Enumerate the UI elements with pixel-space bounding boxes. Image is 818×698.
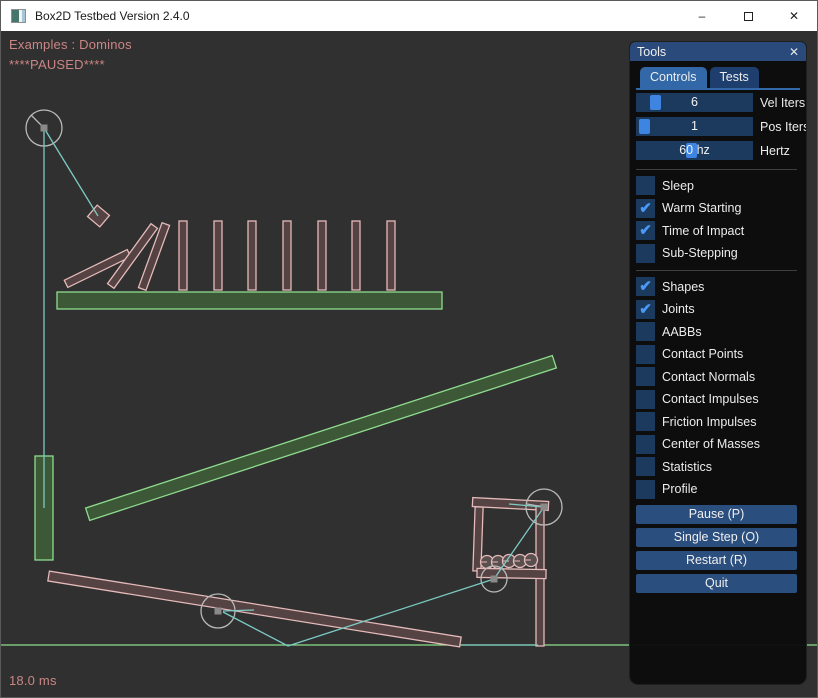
check-icon: ✔ xyxy=(639,279,652,294)
window-title: Box2D Testbed Version 2.4.0 xyxy=(35,9,190,23)
domino-standing xyxy=(318,221,326,290)
pos-iters-label: Pos Iters xyxy=(760,120,807,134)
checkbox-box[interactable]: ✔ xyxy=(636,300,655,319)
checkbox-box[interactable]: ✔ xyxy=(636,277,655,296)
pos-iters-slider[interactable]: 1 xyxy=(636,117,753,136)
vel-iters-value: 6 xyxy=(636,93,753,112)
tab-bar: Controls Tests xyxy=(636,67,800,90)
joint-anchor xyxy=(491,576,498,583)
window-titlebar: Box2D Testbed Version 2.4.0 – ✕ xyxy=(1,1,817,31)
checkbox-box[interactable]: ✔ xyxy=(636,480,655,499)
domino-standing xyxy=(352,221,360,290)
angled-platform xyxy=(86,356,557,521)
joint-anchor xyxy=(541,504,548,511)
checkbox-box[interactable]: ✔ xyxy=(636,244,655,263)
close-icon: ✕ xyxy=(789,9,799,23)
tools-panel-title: Tools xyxy=(637,45,666,59)
ball xyxy=(525,554,538,567)
checkbox-box[interactable]: ✔ xyxy=(636,199,655,218)
checkbox-sleep[interactable]: ✔ Sleep xyxy=(636,176,797,195)
separator xyxy=(636,169,797,170)
checkbox-contact-points[interactable]: ✔ Contact Points xyxy=(636,345,797,364)
domino-standing xyxy=(248,221,256,290)
close-button[interactable]: ✕ xyxy=(771,1,817,31)
app-icon xyxy=(11,9,26,23)
seesaw-plank xyxy=(48,571,461,647)
checkbox-box[interactable]: ✔ xyxy=(636,176,655,195)
checkbox-friction-impulses[interactable]: ✔ Friction Impulses xyxy=(636,412,797,431)
checkbox-box[interactable]: ✔ xyxy=(636,435,655,454)
maximize-button[interactable] xyxy=(725,1,771,31)
check-icon: ✔ xyxy=(639,223,652,238)
checkbox-contact-normals[interactable]: ✔ Contact Normals xyxy=(636,367,797,386)
window-controls: – ✕ xyxy=(679,1,817,31)
maximize-icon xyxy=(744,12,753,21)
panel-body: 6 Vel Iters 1 Pos Iters 60 hz xyxy=(630,90,806,684)
panel-close-icon[interactable]: ✕ xyxy=(789,46,799,58)
minimize-icon: – xyxy=(699,9,706,23)
tab-controls[interactable]: Controls xyxy=(640,67,707,88)
checkbox-box[interactable]: ✔ xyxy=(636,221,655,240)
tab-tests[interactable]: Tests xyxy=(710,67,759,88)
domino-platform xyxy=(57,292,442,309)
pos-iters-row: 1 Pos Iters xyxy=(636,117,797,136)
checkbox-box[interactable]: ✔ xyxy=(636,457,655,476)
client-area: Examples : Dominos ****PAUSED**** 18.0 m… xyxy=(1,31,818,698)
domino-standing xyxy=(214,221,222,290)
checkbox-center-of-masses[interactable]: ✔ Center of Masses xyxy=(636,435,797,454)
hertz-slider[interactable]: 60 hz xyxy=(636,141,753,160)
vel-iters-slider[interactable]: 6 xyxy=(636,93,753,112)
joint-anchor xyxy=(215,608,222,615)
stand-shelf xyxy=(477,568,546,578)
vel-iters-label: Vel Iters xyxy=(760,96,805,110)
joint-anchor xyxy=(41,125,48,132)
checkbox-time-of-impact[interactable]: ✔ Time of Impact xyxy=(636,221,797,240)
check-icon: ✔ xyxy=(639,302,652,317)
domino-standing xyxy=(179,221,187,290)
checkbox-sub-stepping[interactable]: ✔ Sub-Stepping xyxy=(636,244,797,263)
checkbox-statistics[interactable]: ✔ Statistics xyxy=(636,457,797,476)
hertz-label: Hertz xyxy=(760,144,790,158)
domino-standing xyxy=(283,221,291,290)
hertz-row: 60 hz Hertz xyxy=(636,141,797,160)
checkbox-box[interactable]: ✔ xyxy=(636,322,655,341)
pause-button[interactable]: Pause (P) xyxy=(636,505,797,524)
hertz-value: 60 hz xyxy=(636,141,753,160)
pendulum-box xyxy=(88,205,110,227)
pos-iters-value: 1 xyxy=(636,117,753,136)
checkbox-box[interactable]: ✔ xyxy=(636,345,655,364)
check-icon: ✔ xyxy=(639,201,652,216)
app-window: Box2D Testbed Version 2.4.0 – ✕ Examples… xyxy=(0,0,818,698)
quit-button[interactable]: Quit xyxy=(636,574,797,593)
tools-panel-titlebar[interactable]: Tools ✕ xyxy=(630,42,806,61)
checkbox-profile[interactable]: ✔ Profile xyxy=(636,480,797,499)
button-group: Pause (P) Single Step (O) Restart (R) Qu… xyxy=(636,505,797,597)
checkbox-box[interactable]: ✔ xyxy=(636,390,655,409)
checkbox-box[interactable]: ✔ xyxy=(636,367,655,386)
checkbox-aabbs[interactable]: ✔ AABBs xyxy=(636,322,797,341)
checkbox-shapes[interactable]: ✔ Shapes xyxy=(636,277,797,296)
minimize-button[interactable]: – xyxy=(679,1,725,31)
frame-time-label: 18.0 ms xyxy=(9,673,57,688)
domino-standing xyxy=(387,221,395,290)
tools-panel: Tools ✕ Controls Tests 6 Vel Iters xyxy=(629,41,807,685)
vel-iters-row: 6 Vel Iters xyxy=(636,93,797,112)
paused-label: ****PAUSED**** xyxy=(9,57,105,72)
joint-line xyxy=(44,128,98,216)
single-step-button[interactable]: Single Step (O) xyxy=(636,528,797,547)
example-label: Examples : Dominos xyxy=(9,37,132,52)
checkbox-warm-starting[interactable]: ✔ Warm Starting xyxy=(636,199,797,218)
separator xyxy=(636,270,797,271)
checkbox-box[interactable]: ✔ xyxy=(636,412,655,431)
restart-button[interactable]: Restart (R) xyxy=(636,551,797,570)
checkbox-contact-impulses[interactable]: ✔ Contact Impulses xyxy=(636,390,797,409)
checkbox-joints[interactable]: ✔ Joints xyxy=(636,300,797,319)
